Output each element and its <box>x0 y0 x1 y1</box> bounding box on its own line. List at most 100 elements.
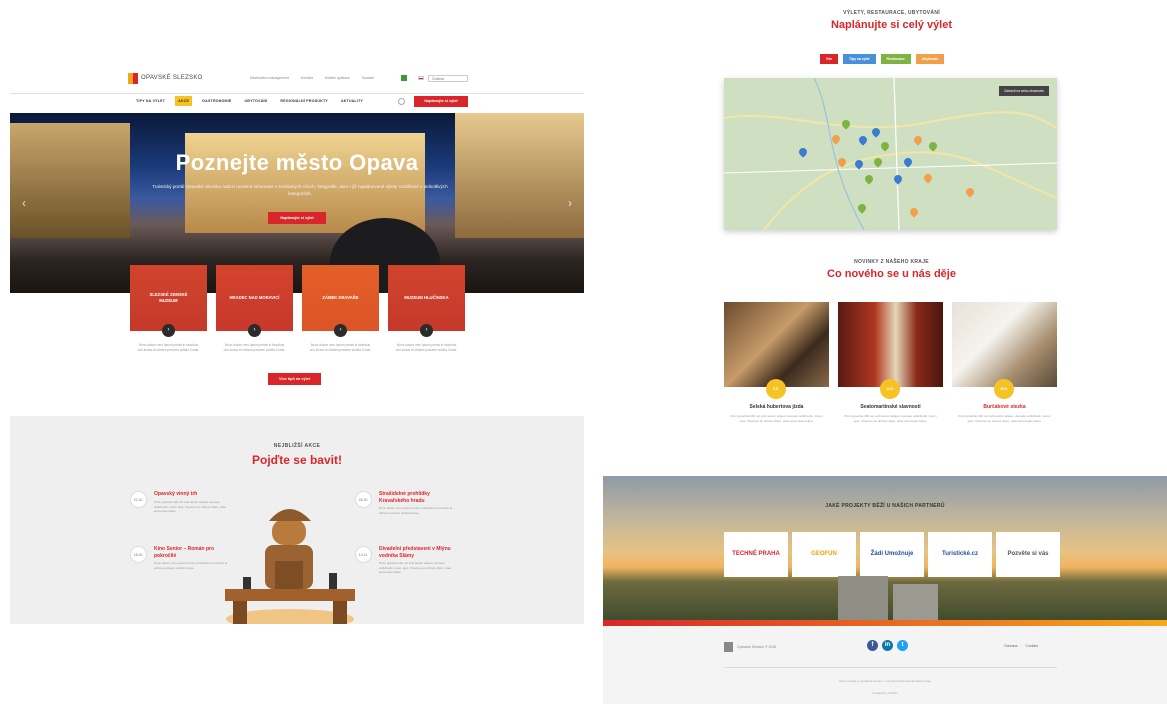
partner-logo[interactable]: GEOFUN <box>792 532 856 577</box>
trip-card[interactable]: SLEZSKÉ ZEMSKÉ MUZEUM › Nunc dolore vero… <box>130 265 207 353</box>
event-date: 18.10. <box>130 546 147 563</box>
trip-card[interactable]: MUZEUM HLUČÍNSKA › Nunc dolore vero ipsu… <box>388 265 465 353</box>
events-section: NEJBLIŽŠÍ AKCE Pojďte se bavit! 22.10. O… <box>10 416 584 624</box>
event-title[interactable]: Divadelní představení v Mlýnu vodníka Sl… <box>379 546 459 560</box>
partner-logo[interactable]: Pozvěte si vás <box>996 532 1060 577</box>
partner-logo[interactable]: Žádí Umožnuje <box>860 532 924 577</box>
top-link[interactable]: Kontakt <box>301 76 313 80</box>
card-title: MUZEUM HLUČÍNSKA <box>404 295 449 300</box>
search-icon[interactable] <box>398 98 405 105</box>
news-title: Co nového se u nás děje <box>827 268 956 280</box>
funding-note: Tento projekt je spolufinancován z rozpo… <box>838 679 932 683</box>
app-icon[interactable] <box>401 75 407 81</box>
event-text: Proin gravida nibh vel velit auctor aliq… <box>154 500 227 514</box>
news-item-title[interactable]: Burčákové stezka <box>952 404 1057 411</box>
linkedin-icon[interactable]: in <box>882 640 893 651</box>
divider <box>10 93 584 94</box>
nav-item-tipy[interactable]: TIPY NA VÝLET <box>133 96 168 106</box>
news-list: 3.5. Selská hubertova jízda Proin gravid… <box>724 302 1057 423</box>
news-card[interactable]: 20.5. Burčákové stezka Proin gravida nib… <box>952 302 1057 423</box>
main-nav: TIPY NA VÝLET AKCE GASTRONOMIE UBYTOVÁNÍ… <box>133 96 366 106</box>
footer-link[interactable]: Cookies <box>1025 644 1038 648</box>
next-arrow-icon[interactable]: › <box>568 196 572 210</box>
event-text: Nunc dolore vero ipsum primis in faucibu… <box>154 561 228 570</box>
divider <box>724 667 1057 668</box>
arrow-right-icon[interactable]: › <box>334 324 347 337</box>
flag-cz-icon <box>418 76 424 80</box>
hero-title: Poznejte město Opava <box>175 150 419 175</box>
arrow-right-icon[interactable]: › <box>420 324 433 337</box>
tab-ubytovani[interactable]: Ubytování <box>915 54 945 64</box>
facebook-icon[interactable]: f <box>867 640 878 651</box>
partner-logos: TECHNÉ PRAHA GEOFUN Žádí Umožnuje Turist… <box>724 532 1060 577</box>
tab-restaurace[interactable]: Restaurace <box>880 54 911 64</box>
tab-tipy[interactable]: Tipy na výlet <box>843 54 876 64</box>
fullscreen-map-button[interactable]: Zobrazit na celou obrazovku <box>998 86 1049 96</box>
horses-image <box>724 302 829 387</box>
news-card[interactable]: 3.5. Selská hubertova jízda Proin gravid… <box>724 302 829 423</box>
event-title[interactable]: Strašidelné prohlídky Kravařského hradu <box>379 491 459 505</box>
news-kicker: NOVINKY Z NAŠEHO KRAJE <box>854 259 929 265</box>
footer-link[interactable]: Ochrana <box>1004 644 1017 648</box>
footer-links: Ochrana Cookies <box>1004 644 1038 648</box>
news-item-title[interactable]: Svatomartinské slavnosti <box>838 404 943 411</box>
map-filter-tabs: Vše Tipy na výlet Restaurace Ubytování <box>820 54 945 64</box>
tab-vse[interactable]: Vše <box>820 54 839 64</box>
arrow-right-icon[interactable]: › <box>162 324 175 337</box>
event-title[interactable]: Opavský vinný trh <box>154 491 234 498</box>
news-item-text: Proin gravida nibh vel velit auctor aliq… <box>958 414 1051 423</box>
news-item-text: Proin gravida nibh vel velit auctor aliq… <box>844 414 937 423</box>
top-link[interactable]: Mobilní aplikace <box>325 76 350 80</box>
event-date: 22.10. <box>130 491 147 508</box>
credit: Created by: Webdo <box>872 691 898 695</box>
nav-item-produkty[interactable]: REGIONÁLNÍ PRODUKTY <box>277 96 331 106</box>
events-kicker: NEJBLIŽŠÍ AKCE <box>273 443 321 449</box>
language-select[interactable]: Čeština <box>428 75 468 82</box>
event-date: 10.11. <box>355 546 372 563</box>
arrow-right-icon[interactable]: › <box>248 324 261 337</box>
brand-name: OPAVSKÉ SLEZSKO <box>141 75 203 81</box>
card-title: ZÁMEK KRAVAŘE <box>322 295 359 300</box>
monument-image <box>838 576 888 623</box>
nav-item-aktuality[interactable]: AKTUALITY <box>338 96 366 106</box>
wine-image <box>838 302 943 387</box>
event-title[interactable]: Kino Senior – Román pro pokročilé <box>154 546 234 560</box>
card-text: Nunc dolore vero ipsum primis in faucibu… <box>223 343 286 352</box>
social-links: f in t <box>867 640 908 651</box>
footer-logo[interactable] <box>724 642 733 652</box>
partner-logo[interactable]: Turistické.cz <box>928 532 992 577</box>
top-link[interactable]: Kontakt <box>362 76 374 80</box>
nav-item-akce[interactable]: AKCE <box>175 96 193 106</box>
news-card[interactable]: 12.5. Svatomartinské slavnosti Proin gra… <box>838 302 943 423</box>
card-text: Nunc dolore vero ipsum primis in faucibu… <box>137 343 200 352</box>
partner-logo[interactable]: TECHNÉ PRAHA <box>724 532 788 577</box>
partners-kicker: JAKÉ PROJEKTY BĚŽÍ U NAŠICH PARTNERŮ <box>825 503 945 509</box>
news-date: 12.5. <box>880 379 900 399</box>
nav-item-ubytovani[interactable]: UBYTOVÁNÍ <box>242 96 271 106</box>
people-image <box>952 302 1057 387</box>
event-text: Proin gravida nibh vel velit auctor aliq… <box>379 561 452 575</box>
twitter-icon[interactable]: t <box>897 640 908 651</box>
top-links: Destination management Kontakt Mobilní a… <box>250 76 374 80</box>
all-trips-button[interactable]: Více tipů na výlet <box>268 373 321 385</box>
card-image: MUZEUM HLUČÍNSKA <box>388 265 465 331</box>
logo[interactable] <box>128 73 138 84</box>
region-map[interactable]: Zobrazit na celou obrazovku <box>724 78 1057 230</box>
card-image: ZÁMEK KRAVAŘE <box>302 265 379 331</box>
card-image: HRADEC NAD MORAVICÍ <box>216 265 293 331</box>
footer: Opavské Slezsko © 2016 f in t Ochrana Co… <box>603 626 1167 704</box>
prev-arrow-icon[interactable]: ‹ <box>22 196 26 210</box>
news-date: 3.5. <box>766 379 786 399</box>
news-item-title[interactable]: Selská hubertova jízda <box>724 404 829 411</box>
event-text: Nunc dolore vero ipsum primis in faucibu… <box>379 506 453 515</box>
trip-card[interactable]: ZÁMEK KRAVAŘE › Nunc dolore vero ipsum p… <box>302 265 379 353</box>
top-link[interactable]: Destination management <box>250 76 289 80</box>
wooden-statue-image <box>225 509 355 624</box>
hero-plan-button[interactable]: Naplánujte si výlet <box>268 212 326 224</box>
card-text: Nunc dolore vero ipsum primis in faucibu… <box>309 343 372 352</box>
plan-trip-button[interactable]: Naplánujte si výlet <box>414 96 468 107</box>
card-title: SLEZSKÉ ZEMSKÉ MUZEUM <box>149 292 188 303</box>
news-date: 20.5. <box>994 379 1014 399</box>
nav-item-gastronomie[interactable]: GASTRONOMIE <box>199 96 234 106</box>
trip-card[interactable]: HRADEC NAD MORAVICÍ › Nunc dolore vero i… <box>216 265 293 353</box>
